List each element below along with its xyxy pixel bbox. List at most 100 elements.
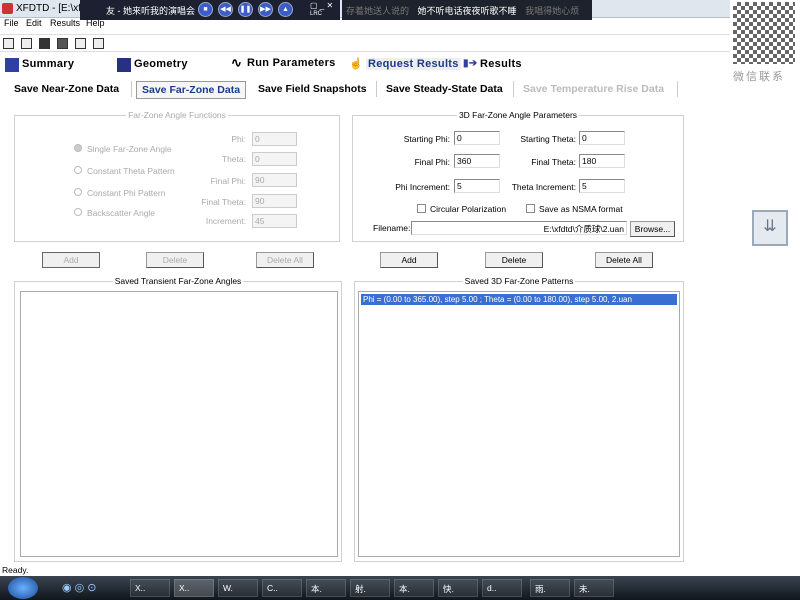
save-icon[interactable] <box>39 38 50 49</box>
final-phi-input: 90 <box>252 173 297 187</box>
menu-edit[interactable]: Edit <box>26 18 42 28</box>
status-text: Ready. <box>2 565 29 575</box>
task-label: X.. <box>179 583 190 593</box>
task-label: 本. <box>399 584 410 594</box>
phi-increment-label: Phi Increment: <box>395 182 450 192</box>
phi-increment-input[interactable]: 5 <box>454 179 500 193</box>
tab-label: Run Parameters <box>247 57 336 69</box>
subtab-field-snapshots[interactable]: Save Field Snapshots <box>253 81 372 99</box>
taskbar-item[interactable]: C.. <box>262 579 302 597</box>
player-close-icon[interactable]: ▢ _ ✕ <box>310 1 333 10</box>
subtab-near-zone[interactable]: Save Near-Zone Data <box>9 81 124 99</box>
radio-label: Constant Phi Pattern <box>87 188 166 198</box>
chart-icon[interactable] <box>75 38 86 49</box>
delete-button[interactable]: Delete <box>485 252 543 268</box>
field-label: Theta: <box>221 154 246 164</box>
save-as-icon[interactable] <box>57 38 68 49</box>
list-item[interactable]: Phi = (0.00 to 365.00), step 5.00 ; Thet… <box>361 294 677 305</box>
add-button[interactable]: Add <box>380 252 438 268</box>
transient-delete-all-button: Delete All <box>256 252 314 268</box>
start-button[interactable] <box>8 577 38 599</box>
task-label: 本. <box>311 584 322 594</box>
delete-all-button[interactable]: Delete All <box>595 252 653 268</box>
tab-summary[interactable]: Summary <box>5 58 74 72</box>
next-icon[interactable]: ▶▶ <box>258 2 273 17</box>
lrc-label: LRC <box>310 11 323 17</box>
tab-label: Geometry <box>134 58 188 70</box>
final-phi-input[interactable]: 360 <box>454 154 500 168</box>
transient-controls: Single Far-Zone Angle Constant Theta Pat… <box>14 110 340 242</box>
filename-input[interactable]: E:\xfdtd\介质球\2.uan <box>411 221 627 235</box>
lyric-bar: 存着她送人说的 她不听电话夜夜听歌不睡 我唱得她心烦 <box>342 0 592 20</box>
field-label: Phi: <box>231 134 246 144</box>
final-theta-input[interactable]: 180 <box>579 154 625 168</box>
subtab-steady-state[interactable]: Save Steady-State Data <box>381 81 508 99</box>
starting-phi-input[interactable]: 0 <box>454 131 500 145</box>
3d-patterns-list[interactable]: Phi = (0.00 to 365.00), step 5.00 ; Thet… <box>358 291 680 557</box>
circular-polarization-checkbox[interactable] <box>417 204 426 213</box>
radio-label: Constant Theta Pattern <box>87 166 175 176</box>
final-phi-label: Final Phi: <box>414 157 450 167</box>
quick-launch-icon[interactable]: ◉ ◎ ⊙ <box>62 581 97 594</box>
scroll-down-icon[interactable]: ⇊ <box>752 210 788 246</box>
stop-icon[interactable]: ■ <box>198 2 213 17</box>
tab-results[interactable]: ▮➔ Results <box>463 58 522 70</box>
taskbar-item[interactable]: 射. <box>350 579 390 597</box>
theta-increment-label: Theta Increment: <box>511 182 576 192</box>
filename-label: Filename: <box>373 223 411 233</box>
taskbar-item[interactable]: 快. <box>438 579 478 597</box>
transient-delete-button: Delete <box>146 252 204 268</box>
taskbar-item[interactable]: X.. <box>130 579 170 597</box>
menu-file[interactable]: File <box>4 18 19 28</box>
radio-single-angle <box>74 144 82 152</box>
menu-help[interactable]: Help <box>86 18 105 28</box>
document-icon[interactable] <box>93 38 104 49</box>
tab-geometry[interactable]: Geometry <box>117 58 188 72</box>
tab-run-parameters[interactable]: ∿ Run Parameters <box>231 55 336 70</box>
radio-label: Single Far-Zone Angle <box>87 144 172 154</box>
browse-button[interactable]: Browse... <box>630 221 675 237</box>
taskbar: ◉ ◎ ⊙ X.. X.. W. C.. 本. 射. 本. 快. d.. 雨. … <box>0 576 800 600</box>
taskbar-item[interactable]: W. <box>218 579 258 597</box>
open-folder-icon[interactable] <box>21 38 32 49</box>
task-label: 雨. <box>535 584 546 594</box>
final-theta-input: 90 <box>252 194 297 208</box>
tab-request-results[interactable]: ☝ Request Results <box>349 58 461 70</box>
open-icon[interactable] <box>3 38 14 49</box>
transient-add-button: Add <box>42 252 100 268</box>
taskbar-item[interactable]: 未. <box>574 579 614 597</box>
group-legend: 3D Far-Zone Angle Parameters <box>458 110 578 120</box>
music-player: 友 - 她来听我的演唱会 ■ ◀◀ ❚❚ ▶▶ ▲ LRC ▢ _ ✕ <box>80 0 340 20</box>
theta-increment-input[interactable]: 5 <box>579 179 625 193</box>
starting-theta-input[interactable]: 0 <box>579 131 625 145</box>
menu-results[interactable]: Results <box>50 18 80 28</box>
taskbar-item[interactable]: d.. <box>482 579 522 597</box>
nsma-format-checkbox[interactable] <box>526 204 535 213</box>
prev-icon[interactable]: ◀◀ <box>218 2 233 17</box>
app-icon <box>2 3 13 14</box>
hand-icon: ☝ <box>349 58 363 70</box>
transient-angles-list[interactable] <box>20 291 338 557</box>
toolbar <box>0 34 730 52</box>
taskbar-item[interactable]: 本. <box>306 579 346 597</box>
checkbox-label: Circular Polarization <box>430 204 507 214</box>
tab-label: Results <box>480 58 522 70</box>
task-label: 快. <box>443 584 454 594</box>
subtab-far-zone[interactable]: Save Far-Zone Data <box>136 81 247 99</box>
taskbar-item[interactable]: X.. <box>174 579 214 597</box>
radio-backscatter <box>74 208 82 216</box>
starting-theta-label: Starting Theta: <box>520 134 576 144</box>
eject-icon[interactable]: ▲ <box>278 2 293 17</box>
tab-label: Request Results <box>368 58 459 70</box>
lyric-next: 我唱得她心烦 <box>525 6 580 16</box>
divider <box>513 81 514 97</box>
task-label: 射. <box>355 584 366 594</box>
side-panel: 微信联系 ⇊ <box>730 0 800 576</box>
field-label: Final Theta: <box>201 197 246 207</box>
pause-icon[interactable]: ❚❚ <box>238 2 253 17</box>
qr-code <box>733 2 795 64</box>
task-label: W. <box>223 583 233 593</box>
menu-bar: File Edit Results Help <box>0 18 730 30</box>
taskbar-item[interactable]: 雨. <box>530 579 570 597</box>
taskbar-item[interactable]: 本. <box>394 579 434 597</box>
